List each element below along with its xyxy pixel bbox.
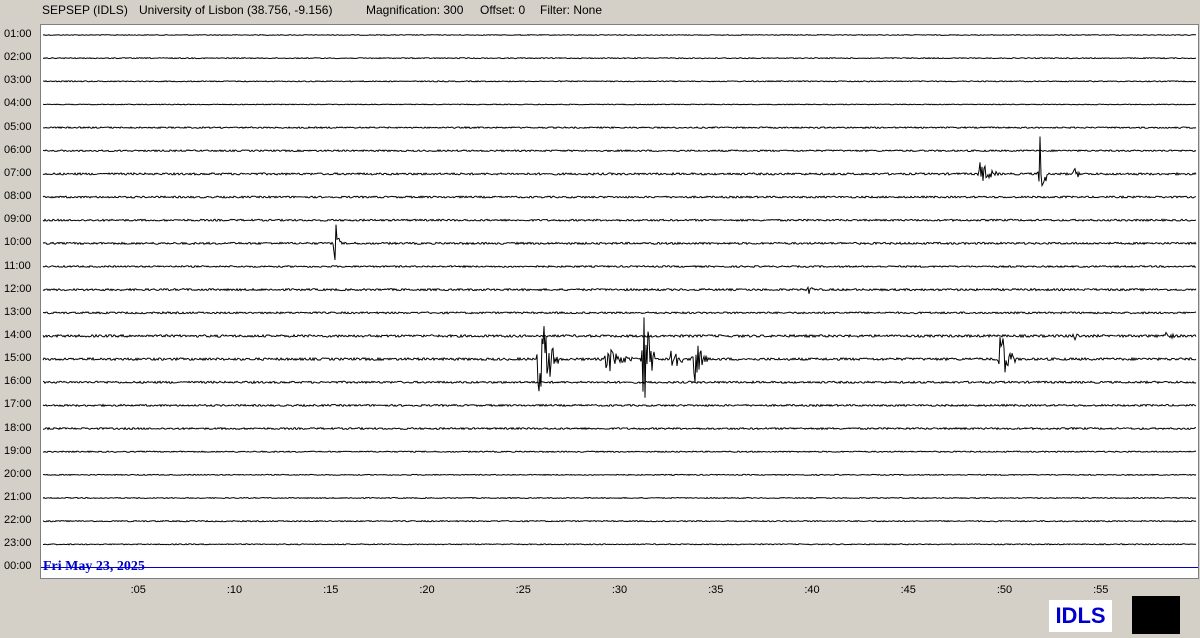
minute-tick-label: :50 bbox=[996, 584, 1013, 596]
seismic-trace bbox=[42, 519, 1197, 523]
seismic-trace bbox=[42, 224, 1197, 260]
hour-label: 20:00 bbox=[4, 467, 32, 480]
hour-label: 10:00 bbox=[4, 236, 32, 249]
station-location: University of Lisbon (38.756, -9.156) bbox=[139, 3, 333, 17]
seismic-trace bbox=[42, 285, 1197, 294]
seismic-trace bbox=[42, 33, 1196, 37]
hour-label: 14:00 bbox=[4, 328, 32, 341]
seismic-trace bbox=[42, 218, 1196, 223]
hour-label: 19:00 bbox=[4, 444, 32, 457]
seismic-trace bbox=[42, 264, 1197, 269]
hour-label: 00:00 bbox=[4, 560, 32, 573]
hour-label: 13:00 bbox=[4, 305, 32, 318]
minute-tick-label: :05 bbox=[130, 584, 146, 596]
seismic-trace bbox=[42, 57, 1197, 60]
hour-label: 02:00 bbox=[4, 51, 32, 64]
hour-label: 22:00 bbox=[4, 514, 32, 527]
seismic-trace bbox=[42, 149, 1197, 153]
hour-label: 17:00 bbox=[4, 398, 32, 411]
seismic-trace bbox=[42, 331, 1197, 342]
minute-tick-label: :20 bbox=[419, 584, 435, 596]
hour-label: 18:00 bbox=[4, 421, 32, 434]
station-name: SEPSEP (IDLS) bbox=[42, 3, 128, 17]
hour-label: 05:00 bbox=[4, 120, 32, 133]
minute-tick-label: :40 bbox=[804, 584, 820, 596]
minute-tick-label: :55 bbox=[1093, 584, 1109, 596]
seismic-trace bbox=[42, 103, 1197, 106]
hour-label: 03:00 bbox=[4, 74, 32, 87]
hour-label: 21:00 bbox=[4, 491, 32, 503]
hour-label: 09:00 bbox=[4, 213, 32, 226]
hour-label: 08:00 bbox=[4, 190, 32, 203]
seismic-trace bbox=[42, 403, 1197, 408]
hour-label: 01:00 bbox=[4, 28, 32, 40]
seismic-trace bbox=[42, 380, 1197, 385]
hour-label: 12:00 bbox=[4, 282, 32, 295]
date-label: Fri May 23, 2025 bbox=[43, 559, 145, 574]
seismic-trace bbox=[42, 496, 1197, 500]
helicorder-svg bbox=[41, 33, 1198, 568]
seismic-trace bbox=[43, 543, 1196, 546]
seismic-trace bbox=[42, 195, 1197, 199]
minute-tick-label: :15 bbox=[323, 584, 339, 596]
minute-tick-label: :35 bbox=[708, 584, 724, 596]
filter-readout: Filter: None bbox=[540, 3, 603, 17]
hour-label: 16:00 bbox=[4, 375, 32, 388]
hour-label: 15:00 bbox=[4, 352, 32, 365]
seismic-trace bbox=[42, 80, 1196, 83]
hour-label: 07:00 bbox=[4, 166, 32, 179]
minute-tick-label: :45 bbox=[900, 584, 916, 596]
hour-label: 11:00 bbox=[4, 259, 31, 272]
minute-tick-label: :30 bbox=[611, 584, 628, 596]
header-bar: SEPSEP (IDLS) University of Lisbon (38.7… bbox=[0, 0, 1200, 22]
station-badge: IDLS bbox=[1049, 600, 1112, 632]
seismic-trace bbox=[42, 426, 1197, 431]
minute-tick-label: :10 bbox=[226, 584, 243, 596]
seismic-trace bbox=[42, 136, 1197, 188]
seismic-trace bbox=[42, 450, 1197, 454]
seismic-trace bbox=[42, 311, 1197, 315]
hour-label: 06:00 bbox=[4, 143, 32, 156]
minute-tick-label: :25 bbox=[515, 584, 531, 596]
status-box bbox=[1132, 596, 1180, 634]
seismic-trace bbox=[43, 126, 1197, 130]
hour-label: 04:00 bbox=[4, 97, 32, 110]
seismic-trace bbox=[42, 473, 1197, 476]
hour-label: 23:00 bbox=[4, 537, 32, 550]
offset-readout: Offset: 0 bbox=[480, 3, 526, 17]
magnification-readout: Magnification: 300 bbox=[366, 3, 464, 17]
seismogram-plot bbox=[40, 24, 1199, 579]
seismic-trace bbox=[42, 317, 1197, 398]
